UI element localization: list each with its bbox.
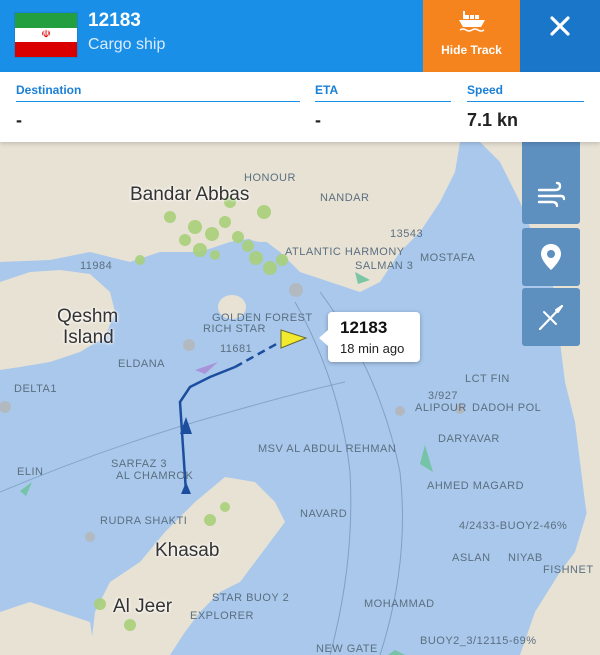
vessel-label: MOHAMMAD	[364, 598, 435, 610]
vessel-label: LCT FIN	[465, 373, 510, 385]
measure-button[interactable]	[522, 288, 580, 346]
vessel-label: DADOH POL	[472, 402, 542, 414]
larak-island	[246, 226, 278, 242]
vessel-label: DARYAVAR	[438, 433, 500, 445]
vessel-label: RUDRA SHAKTI	[100, 515, 188, 527]
location-pin-icon	[541, 244, 561, 270]
vessel-label: MSV AL ABDUL REHMAN	[258, 443, 397, 455]
vessel-label: 11681	[220, 343, 253, 355]
vessel-marker	[280, 329, 308, 349]
close-button[interactable]	[520, 0, 600, 72]
eta-divider	[315, 101, 451, 102]
eta-value: -	[315, 110, 321, 130]
vessel-name: 12183	[88, 10, 141, 31]
vessel-popup[interactable]: 12183 18 min ago	[319, 312, 420, 362]
vessel-label: RICH STAR	[203, 323, 266, 335]
vessel-label: STAR BUOY 2	[212, 592, 290, 604]
wind-icon	[537, 181, 566, 208]
track-direction-arrow-2	[181, 482, 191, 494]
musandam-west	[0, 602, 95, 655]
vessel-label: HONOUR	[244, 172, 296, 184]
vessel-label: MOSTAFA	[420, 252, 476, 264]
place-qeshm: Qeshm	[57, 306, 119, 327]
hide-track-label: Hide Track	[441, 43, 502, 57]
eta-label: ETA	[315, 83, 339, 97]
speed-value: 7.1 kn	[467, 110, 519, 130]
vessel-label: ATLANTIC HARMONY	[285, 246, 405, 258]
vessel-label: ELIN	[17, 466, 44, 478]
vessel-label: FISHNET	[543, 564, 594, 576]
vessel-label: ELDANA	[118, 358, 166, 370]
vessel-label: 3/927	[428, 390, 459, 402]
place-bandar-abbas: Bandar Abbas	[130, 184, 250, 205]
vessel-label: 4/2433-BUOY2-46%	[459, 520, 568, 532]
vessel-label: DELTA1	[14, 383, 57, 395]
vessel-label: 13543	[390, 228, 424, 240]
vessel-label: 11984	[80, 260, 113, 272]
destination-value: -	[16, 110, 22, 130]
vessel-label: ASLAN	[452, 552, 491, 564]
compass-icon	[538, 304, 564, 331]
vessel-label: NIYAB	[508, 552, 543, 564]
place-qeshm-island: Island	[63, 327, 114, 348]
destination-label: Destination	[16, 83, 82, 97]
vessel-label: AL CHAMROK	[116, 470, 194, 482]
vessel-type: Cargo ship	[88, 36, 166, 53]
vessel-label: NAVARD	[300, 508, 348, 520]
popup-vessel-name: 12183	[340, 318, 388, 337]
place-khasab: Khasab	[155, 540, 220, 561]
musandam-peninsula	[90, 477, 285, 655]
speed-label: Speed	[467, 83, 504, 97]
vessel-label: AHMED MAGARD	[427, 480, 525, 492]
location-button[interactable]	[522, 228, 580, 286]
speed-divider	[467, 101, 584, 102]
map-canvas	[0, 142, 600, 655]
wind-button[interactable]	[522, 166, 580, 224]
vessel-label: SARFAZ 3	[111, 458, 167, 470]
vessel-label: SALMAN 3	[355, 260, 414, 272]
iran-flag-icon: ☫	[14, 12, 78, 58]
vessel-info-bar: Destination - ETA - Speed 7.1 kn	[0, 72, 600, 142]
destination-divider	[16, 101, 300, 102]
popup-last-seen: 18 min ago	[340, 341, 405, 356]
vessel-header: ☫ 12183 Cargo ship Hide Track	[0, 0, 600, 72]
vessel-label: EXPLORER	[190, 610, 254, 622]
close-icon	[550, 16, 570, 36]
cargo-ship-icon	[459, 11, 485, 32]
vessel-label: NEW GATE	[316, 643, 378, 655]
vessel-label: NANDAR	[320, 192, 370, 204]
place-al-jeer: Al Jeer	[113, 596, 173, 617]
hide-track-button[interactable]: Hide Track	[423, 0, 520, 72]
map-view[interactable]: HONOUR NANDAR 13543 ATLANTIC HARMONY SAL…	[0, 142, 600, 655]
vessel-label: BUOY2_3/12115-69%	[420, 635, 537, 647]
vessel-label: ALIPOUR	[415, 402, 467, 414]
